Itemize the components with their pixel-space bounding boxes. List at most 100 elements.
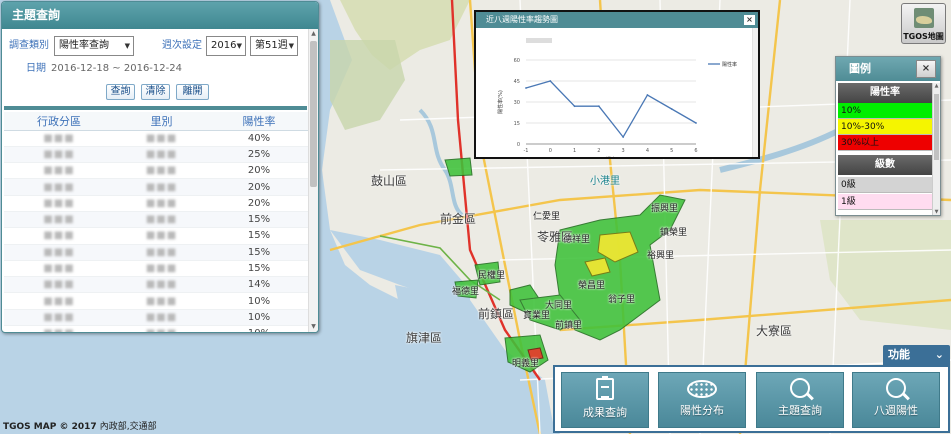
legend-scrollbar[interactable]: ▲ ▼	[932, 83, 940, 215]
dots-map-icon	[687, 380, 717, 398]
legend-label: 陽性率	[722, 61, 737, 68]
table-row[interactable]: ■■■ ■■■ 20%	[4, 178, 309, 196]
x-axis-title: 週次	[606, 156, 616, 157]
scroll-thumb[interactable]	[934, 94, 939, 160]
data-point	[622, 136, 625, 138]
chevron-down-icon: ⌄	[934, 348, 944, 361]
attribution-brand: TGOS MAP © 2017	[3, 422, 97, 432]
district-cell: ■■■	[4, 292, 114, 310]
table-row[interactable]: ■■■ ■■■ 20%	[4, 195, 309, 212]
legend-title: 圖例	[849, 62, 871, 75]
legend-section-level: 級數	[838, 155, 932, 175]
theme-query-button[interactable]: 主題查詢	[756, 372, 844, 428]
table-row[interactable]: ■■■ ■■■ 15%	[4, 260, 309, 278]
table-row[interactable]: ■■■ ■■■ 14%	[4, 276, 309, 294]
positive-distribution-button[interactable]: 陽性分布	[658, 372, 746, 428]
week-value: 第51週	[255, 40, 288, 51]
village-cell: ■■■	[114, 276, 209, 294]
close-icon[interactable]: ×	[916, 60, 936, 78]
map-label: 小港里	[590, 176, 620, 187]
map-label: 榮昌里	[578, 281, 606, 291]
village-cell: ■■■	[114, 130, 209, 147]
table-row[interactable]: ■■■ ■■■ 25%	[4, 146, 309, 164]
chevron-down-icon: ▼	[288, 42, 294, 50]
scroll-up-icon[interactable]: ▲	[933, 83, 940, 89]
legend-item: 10%-30%	[838, 119, 932, 135]
legend-item: 0級	[838, 177, 932, 193]
table-row[interactable]: ■■■ ■■■ 15%	[4, 227, 309, 245]
table-row[interactable]: ■■■■■■10%	[4, 292, 309, 310]
map-label: 明義里	[512, 359, 540, 369]
village-cell: ■■■	[114, 178, 209, 196]
result-query-button[interactable]: 成果查詢	[561, 372, 649, 428]
district-cell: ■■■	[4, 309, 114, 327]
table-row[interactable]: ■■■ ■■■ 15%	[4, 211, 309, 229]
scroll-up-icon[interactable]: ▲	[309, 29, 318, 39]
column-header-village: 里別	[114, 112, 209, 131]
tgos-map-button[interactable]: TGOS地圖	[901, 3, 946, 44]
function-toggle-label: 功能	[888, 348, 910, 361]
table-row[interactable]: ■■■ ■■■ 40%	[4, 130, 309, 147]
leave-button[interactable]: 離開	[176, 84, 209, 100]
village-cell: ■■■	[114, 260, 209, 278]
map-label: 旗津區	[406, 331, 443, 345]
data-point	[525, 87, 527, 89]
map-icon	[913, 8, 934, 28]
close-icon[interactable]: ×	[744, 15, 755, 25]
year-select[interactable]: 2016 ▼	[206, 36, 246, 56]
rate-cell: 40%	[209, 130, 309, 147]
map-label: 仁愛里	[533, 212, 561, 222]
y-axis-title: 陽性率(%)	[497, 90, 504, 114]
scroll-down-icon[interactable]: ▼	[933, 209, 940, 215]
district-cell: ■■■	[4, 162, 114, 180]
district-cell: ■■■	[4, 260, 114, 278]
chevron-down-icon: ▼	[124, 42, 130, 50]
function-toggle[interactable]: 功能 ⌄	[883, 345, 950, 365]
chart-popup-scrollbar[interactable]	[752, 28, 758, 157]
rate-cell: 15%	[209, 227, 309, 245]
table-row[interactable]: ■■■■■■10%	[4, 325, 309, 332]
survey-type-select[interactable]: 陽性率查詢 ▼	[54, 36, 134, 56]
table-row[interactable]: ■■■ ■■■ 15%	[4, 244, 309, 261]
map-label: 福德里	[452, 287, 480, 297]
attribution-owner: 內政部,交通部	[99, 422, 157, 432]
table-row[interactable]: ■■■■■■10%	[4, 309, 309, 327]
legend-item: 30%以上	[838, 135, 932, 151]
table-row[interactable]: ■■■ ■■■ 20%	[4, 162, 309, 180]
x-tick-label: 1	[573, 148, 576, 154]
district-cell: ■■■	[4, 178, 114, 196]
data-point	[646, 94, 649, 96]
district-cell: ■■■	[4, 211, 114, 229]
function-panel: 成果查詢 陽性分布 主題查詢 八週陽性	[553, 365, 950, 433]
x-tick-label: 3	[622, 148, 625, 154]
y-tick-label: 45	[514, 79, 520, 85]
data-point	[695, 122, 697, 124]
clear-button[interactable]: 清除	[141, 84, 170, 100]
panel-scrollbar[interactable]: ▲ ▼	[308, 29, 318, 332]
week-select[interactable]: 第51週 ▼	[250, 36, 298, 56]
scroll-thumb[interactable]	[310, 41, 317, 187]
map-label: 寶業里	[523, 311, 551, 321]
rate-cell: 10%	[209, 292, 309, 310]
query-button[interactable]: 查詢	[106, 84, 135, 100]
eight-week-positive-button[interactable]: 八週陽性	[852, 372, 940, 428]
rate-cell: 10%	[209, 325, 309, 332]
legend-item: 10%	[838, 103, 932, 119]
tgos-map-label: TGOS地圖	[903, 32, 944, 41]
district-cell: ■■■	[4, 227, 114, 245]
series-line	[525, 80, 697, 139]
legend-panel: 圖例 × 陽性率 10% 10%-30% 30%以上 級數 0級 1級 ▲ ▼	[835, 56, 941, 216]
map-label: 鎮榮里	[660, 228, 688, 238]
village-cell: ■■■	[114, 244, 209, 261]
x-tick-label: -1	[524, 148, 529, 154]
map-label: 振興里	[651, 204, 679, 214]
search-icon	[886, 378, 906, 398]
district-cell: ■■■	[4, 130, 114, 147]
village-cell: ■■■	[114, 162, 209, 180]
map-label: 前金區	[440, 212, 477, 226]
village-cell: ■■■	[114, 211, 209, 229]
map-label: 民權里	[478, 271, 506, 281]
blurred-subtitle	[526, 38, 552, 43]
chart-popup-header: 近八週陽性率趨勢圖 ×	[476, 12, 758, 28]
scroll-down-icon[interactable]: ▼	[309, 322, 318, 332]
